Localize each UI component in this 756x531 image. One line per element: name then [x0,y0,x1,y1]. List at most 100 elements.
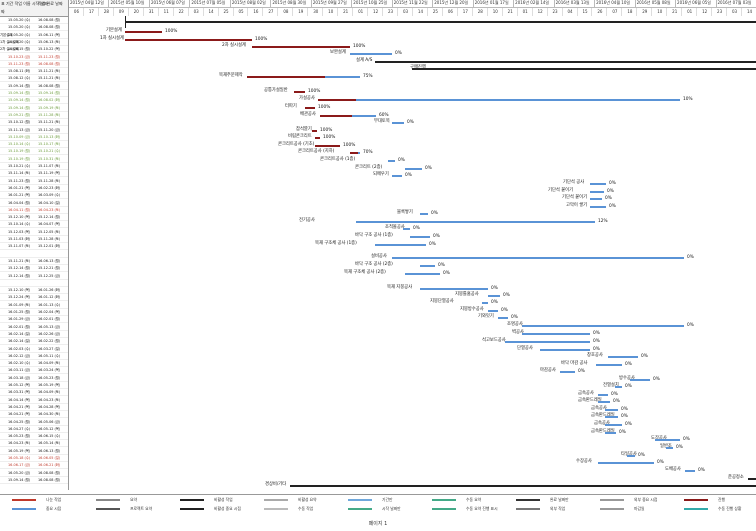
task-row[interactable]: 15-11-13 (금) 15-11-20 (금) [0,127,68,134]
task-bar[interactable] [405,273,440,275]
task-row[interactable]: 15-12-24 (목) 16-01-12 (화) [0,294,68,302]
task-bar[interactable] [590,206,606,208]
task-progress-bar[interactable] [320,115,352,117]
task-row[interactable]: 15-09-14 (월) 15-09-19 (토) [0,105,68,112]
task-row[interactable]: 16-06-17 (금) 16-06-21 (화) [0,462,68,470]
task-row[interactable]: 15-11-21 (토) 16-06-13 (월) [0,258,68,265]
task-row[interactable]: 15-11-03 (화) 15-11-28 (토) [0,236,68,243]
task-row[interactable]: 15-10-19 (월) 15-10-21 (수) [0,148,68,156]
task-bar[interactable] [615,386,622,388]
task-row[interactable]: 16-05-12 (목) 16-05-19 (목) [0,382,68,389]
task-bar[interactable] [522,333,590,335]
task-row[interactable]: 15-12-03 (목) 15-12-05 (토) [0,229,68,236]
task-row[interactable] [0,280,68,287]
task-row[interactable]: 16-02-12 (금) 16-05-11 (수) [0,353,68,360]
task-progress-bar[interactable] [315,145,340,147]
task-bar[interactable] [392,257,684,259]
task-bar[interactable] [358,152,360,154]
task-bar[interactable] [356,99,680,101]
task-row[interactable]: 16-01-09 (토) 16-01-13 (수) [0,302,68,309]
task-bar[interactable] [666,447,673,449]
task-bar[interactable] [605,416,618,418]
task-bar[interactable] [498,317,508,319]
task-bar[interactable] [605,409,618,411]
task-row[interactable]: 15-09-14 (월) 16-08-08 (월) [0,83,68,90]
task-row[interactable] [0,251,68,258]
task-row[interactable]: 15-08-12 (수) 15-11-21 (토) [0,75,68,83]
task-row[interactable]: 16-04-04 (월) 16-04-10 (일) [0,200,68,207]
task-progress-bar[interactable] [350,152,358,154]
task-bar[interactable] [392,122,404,124]
task-row[interactable]: 15-08-11 (화) 15-11-21 (토) [0,68,68,76]
task-bar[interactable] [596,364,622,366]
task-row[interactable]: 16-03-31 (목) 16-04-09 (토) [0,389,68,397]
task-bar[interactable] [655,439,680,441]
task-row[interactable]: 16-01-25 (월) 16-02-04 (목) [0,309,68,316]
task-row[interactable]: 15-11-23 (월) 15-11-28 (토) [0,178,68,185]
task-row[interactable]: 16-05-23 (월) 16-06-15 (수) [0,433,68,441]
task-row[interactable]: 15-12-14 (월) 15-12-21 (월) [0,265,68,273]
task-bar[interactable] [560,371,575,373]
task-row[interactable]: 15-11-14 (토) 15-11-19 (목) [0,170,68,178]
summary-bar[interactable] [748,478,756,480]
task-row[interactable]: 16-04-21 (목) 16-04-28 (목) [0,404,68,411]
task-row[interactable]: 기본설계 15-05-20 (수) 15-06-11 (목) [0,32,68,39]
task-bar[interactable] [356,221,595,223]
project-summary-bar[interactable] [125,21,756,23]
task-row[interactable]: 15-09-14 (월) 15-09-14 (월) [0,90,68,97]
task-bar[interactable] [685,470,695,472]
task-bar[interactable] [598,401,610,403]
task-row[interactable]: 16-04-21 (목) 16-04-30 (토) [0,411,68,419]
task-row[interactable]: 16-01-21 (목) 16-02-23 (화) [0,185,68,192]
task-row[interactable]: 16-05-20 (금) 16-08-08 (월) [0,470,68,477]
task-row[interactable]: 15-10-14 (수) 15-10-17 (토) [0,141,68,149]
task-row[interactable]: 16-01-21 (목) 16-03-09 (수) [0,192,68,200]
task-bar[interactable] [627,455,635,457]
task-bar[interactable] [392,175,402,177]
task-row[interactable]: 15-12-10 (목) 15-12-14 (월) [0,214,68,222]
task-row[interactable]: 15-10-21 (수) 15-11-07 (토) [0,163,68,170]
summary-bar[interactable] [412,68,756,70]
task-progress-bar[interactable] [125,31,162,33]
task-row[interactable]: 16-02-10 (수) 16-04-09 (토) [0,360,68,368]
task-bar[interactable] [488,310,498,312]
task-bar[interactable] [420,213,428,215]
task-progress-bar[interactable] [312,130,317,132]
task-bar[interactable] [350,53,392,55]
task-bar[interactable] [522,325,684,327]
task-row[interactable]: 16-03-11 (금) 16-03-24 (목) [0,367,68,375]
task-bar[interactable] [605,432,616,434]
task-row[interactable]: 15-10-19 (월) 15-10-31 (토) [0,156,68,163]
task-progress-bar[interactable] [318,99,356,101]
task-row[interactable]: 15-09-14 (월) 16-08-08 (월) [0,477,68,484]
task-row[interactable]: 15-10-23 (금) 15-11-23 (월) [0,54,68,61]
task-bar[interactable] [590,183,606,185]
task-bar[interactable] [608,356,638,358]
task-bar[interactable] [420,265,435,267]
task-progress-bar[interactable] [315,137,320,139]
task-row[interactable]: 2차 실시설계 15-06-15 (월) 15-10-22 (목) [0,46,68,54]
task-progress-bar[interactable] [125,39,252,41]
task-row[interactable]: 15-10-14 (수) 16-04-07 (목) [0,221,68,229]
task-row[interactable]: 16-04-25 (월) 16-05-06 (금) [0,419,68,426]
task-row[interactable]: 16-02-14 (일) 16-02-22 (월) [0,338,68,346]
task-row[interactable]: 15-10-12 (월) 15-11-21 (토) [0,119,68,127]
task-progress-bar[interactable] [305,107,315,109]
task-bar[interactable] [388,160,395,162]
task-bar[interactable] [540,349,590,351]
task-bar[interactable] [598,462,654,464]
task-row[interactable]: 1차 실시설계 15-05-20 (수) 15-06-13 (토) [0,39,68,46]
task-row[interactable]: 15-09-21 (월) 15-11-28 (토) [0,112,68,119]
task-bar[interactable] [410,236,430,238]
task-row[interactable]: 16-05-18 (수) 16-06-05 (일) [0,455,68,462]
task-bar[interactable] [605,424,622,426]
task-bar[interactable] [488,295,500,297]
task-row[interactable]: 16-02-14 (일) 16-02-26 (금) [0,331,68,338]
task-bar[interactable] [325,76,360,78]
task-bar[interactable] [505,341,590,343]
task-bar[interactable] [482,302,488,304]
task-bar[interactable] [352,115,376,117]
task-bar[interactable] [375,244,426,246]
task-row[interactable]: 15-12-10 (목) 16-01-26 (화) [0,287,68,295]
summary-bar[interactable] [375,61,756,63]
